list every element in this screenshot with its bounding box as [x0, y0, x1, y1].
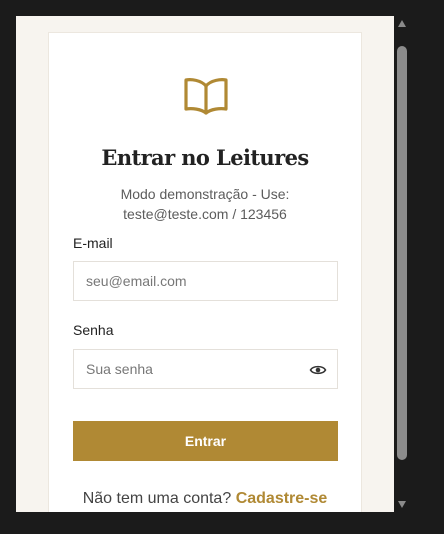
demo-mode-hint: Modo demonstração - Use: teste@teste.com…: [120, 186, 290, 222]
password-label: Senha: [73, 322, 114, 338]
password-field[interactable]: [86, 350, 296, 388]
login-title: Entrar no Leitures: [101, 145, 309, 170]
vertical-scrollbar[interactable]: [394, 16, 410, 512]
signup-link[interactable]: Cadastre-se: [236, 490, 328, 507]
book-open-icon: [184, 78, 228, 115]
scroll-up-arrow-icon[interactable]: [398, 20, 406, 27]
login-button[interactable]: Entrar: [73, 421, 338, 461]
password-field-box: [73, 349, 338, 389]
email-field[interactable]: [86, 262, 296, 300]
scroll-down-arrow-icon[interactable]: [398, 501, 406, 508]
scrollbar-thumb[interactable]: [397, 46, 407, 460]
signup-prompt: Não tem uma conta? Cadastre-se: [49, 490, 361, 508]
email-field-box: [73, 261, 338, 301]
login-card: Entrar no Leitures Modo demonstração - U…: [48, 32, 362, 512]
eye-icon[interactable]: [309, 361, 327, 379]
page-viewport: Entrar no Leitures Modo demonstração - U…: [16, 16, 394, 512]
signup-prompt-text: Não tem uma conta?: [82, 490, 232, 507]
email-label: E-mail: [73, 235, 113, 251]
